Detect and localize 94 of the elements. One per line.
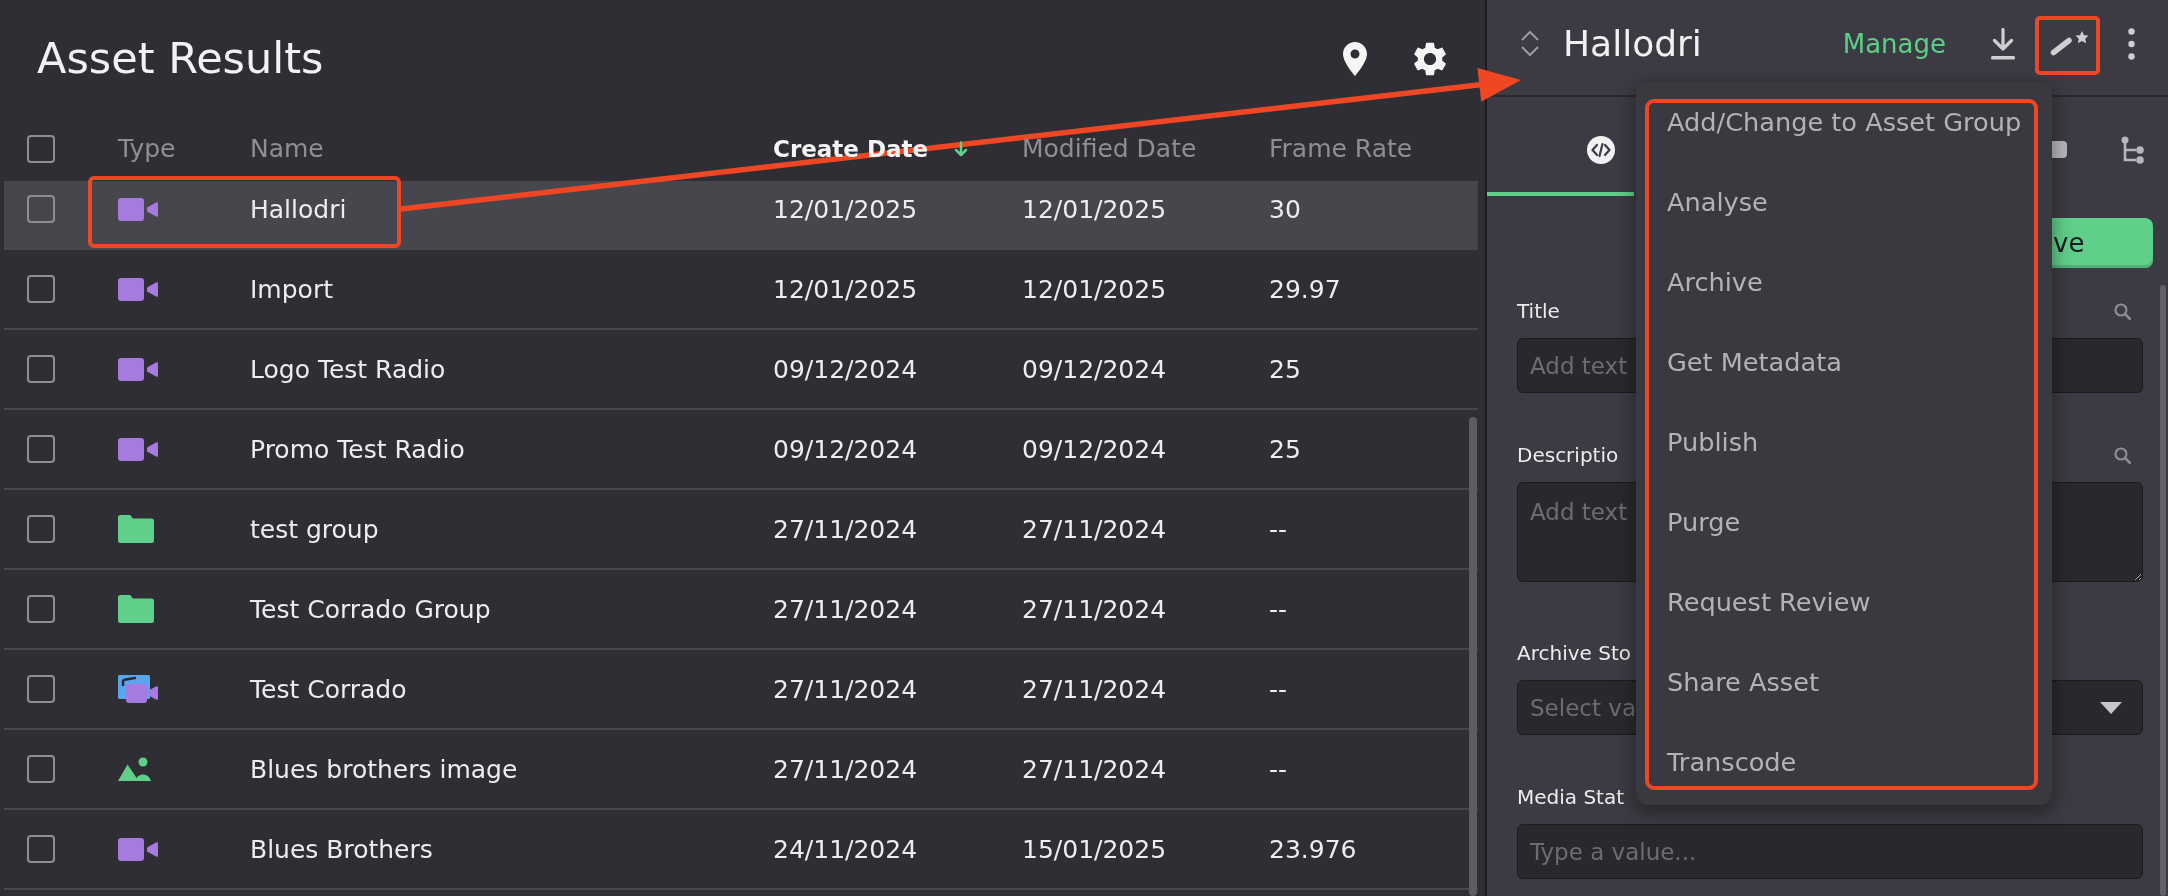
table-cell: -- bbox=[1269, 754, 1288, 784]
table-cell: 27/11/2024 bbox=[773, 674, 918, 704]
menu-item[interactable]: Request Review bbox=[1636, 562, 2052, 642]
table-cell: 27/11/2024 bbox=[1022, 754, 1167, 784]
table-cell: 29.97 bbox=[1269, 274, 1341, 304]
table-cell: 09/12/2024 bbox=[1022, 354, 1167, 384]
folder-icon bbox=[118, 515, 154, 543]
table-cell: 27/11/2024 bbox=[773, 594, 918, 624]
table-cell: 27/11/2024 bbox=[773, 754, 918, 784]
menu-item[interactable]: Publish bbox=[1636, 402, 2052, 482]
table-cell: Hallodri bbox=[250, 194, 347, 224]
code-icon bbox=[1587, 135, 1615, 164]
checkbox[interactable] bbox=[27, 275, 55, 303]
table-cell: -- bbox=[1269, 514, 1288, 544]
page-title: Asset Results bbox=[37, 33, 324, 85]
field-label: Archive Sto bbox=[1517, 641, 1631, 665]
chevron-up-down-icon[interactable] bbox=[1520, 30, 1540, 57]
location-pin-icon[interactable] bbox=[1343, 42, 1367, 76]
settings-icon[interactable] bbox=[1414, 42, 1446, 76]
hierarchy-icon bbox=[2120, 135, 2144, 164]
caret-icon bbox=[2100, 701, 2122, 714]
table-cell: Import bbox=[250, 274, 333, 304]
picture-and-video-icon bbox=[118, 675, 158, 703]
table-row[interactable]: Logo Test Radio 09/12/2024 09/12/2024 25 bbox=[4, 330, 1478, 410]
scrollbar[interactable] bbox=[1469, 417, 1477, 896]
image-icon bbox=[118, 757, 151, 781]
checkbox[interactable] bbox=[27, 755, 55, 783]
checkbox[interactable] bbox=[27, 435, 55, 463]
table-cell: 24/11/2024 bbox=[773, 834, 918, 864]
table-cell: 12/01/2025 bbox=[773, 194, 918, 224]
checkbox[interactable] bbox=[27, 835, 55, 863]
table-cell: 25 bbox=[1269, 434, 1301, 464]
video-camera-icon bbox=[118, 277, 158, 301]
video-camera-icon bbox=[118, 837, 158, 861]
table-cell: 23.976 bbox=[1269, 834, 1357, 864]
highlight-frame bbox=[2035, 16, 2100, 75]
menu-item[interactable]: Share Asset bbox=[1636, 642, 2052, 722]
menu-item[interactable]: Purge bbox=[1636, 482, 2052, 562]
video-camera-icon bbox=[118, 437, 158, 461]
action-button[interactable]: ve bbox=[2052, 218, 2153, 268]
menu-item[interactable]: Add/Change to Asset Group bbox=[1636, 82, 2052, 162]
magic-wand-icon[interactable] bbox=[2050, 31, 2090, 56]
table-cell: 27/11/2024 bbox=[1022, 674, 1167, 704]
column-header[interactable]: Name bbox=[250, 134, 324, 163]
sort-arrow-icon[interactable] bbox=[954, 140, 969, 157]
table-cell: Blues brothers image bbox=[250, 754, 518, 784]
field-label: Title bbox=[1517, 299, 1560, 323]
menu-item[interactable]: Transcode bbox=[1636, 722, 2052, 802]
checkbox[interactable] bbox=[27, 134, 55, 163]
text-field[interactable]: Type a value... bbox=[1517, 824, 2143, 879]
table-cell: 09/12/2024 bbox=[1022, 434, 1167, 464]
table-cell: 30 bbox=[1269, 194, 1301, 224]
field-label: Media Stat bbox=[1517, 785, 1625, 809]
table-cell: Logo Test Radio bbox=[250, 354, 446, 384]
checkbox[interactable] bbox=[27, 675, 55, 703]
column-header[interactable]: Modified Date bbox=[1022, 134, 1197, 163]
checkbox[interactable] bbox=[27, 355, 55, 383]
more-options-icon[interactable] bbox=[2128, 27, 2135, 60]
download-icon[interactable] bbox=[1990, 27, 2016, 60]
table-cell: 09/12/2024 bbox=[773, 434, 918, 464]
menu-item[interactable]: Analyse bbox=[1636, 162, 2052, 242]
table-cell: Blues Brothers bbox=[250, 834, 433, 864]
column-header[interactable]: Frame Rate bbox=[1269, 134, 1413, 163]
checkbox[interactable] bbox=[27, 195, 55, 223]
field-label: Descriptio bbox=[1517, 443, 1619, 467]
table-cell: -- bbox=[1269, 594, 1288, 624]
checkbox[interactable] bbox=[27, 595, 55, 623]
search-icon[interactable] bbox=[2114, 302, 2131, 320]
video-camera-icon bbox=[118, 357, 158, 381]
table-cell: 25 bbox=[1269, 354, 1301, 384]
table-cell: 12/01/2025 bbox=[1022, 194, 1167, 224]
table-cell: Test Corrado bbox=[250, 674, 407, 704]
table-cell: -- bbox=[1269, 674, 1288, 704]
table-cell: 15/01/2025 bbox=[1022, 834, 1167, 864]
scrollbar[interactable] bbox=[2160, 285, 2166, 896]
table-cell: Test Corrado Group bbox=[250, 594, 491, 624]
table-cell: 27/11/2024 bbox=[773, 514, 918, 544]
folder-icon bbox=[118, 595, 154, 623]
video-camera-icon bbox=[118, 197, 158, 221]
table-cell: 12/01/2025 bbox=[773, 274, 918, 304]
table-cell: test group bbox=[250, 514, 379, 544]
menu-item[interactable]: Get Metadata bbox=[1636, 322, 2052, 402]
menu-item[interactable]: Archive bbox=[1636, 242, 2052, 322]
manage-link[interactable]: Manage bbox=[1842, 28, 1946, 59]
panel-title: Hallodri bbox=[1563, 23, 1702, 64]
column-header[interactable]: Type bbox=[118, 134, 176, 163]
table-cell: 27/11/2024 bbox=[1022, 514, 1167, 544]
table-cell: 27/11/2024 bbox=[1022, 594, 1167, 624]
table-row[interactable]: Import 12/01/2025 12/01/2025 29.97 bbox=[4, 250, 1478, 330]
search-icon[interactable] bbox=[2114, 446, 2131, 464]
table-cell: Promo Test Radio bbox=[250, 434, 465, 464]
table-cell: 09/12/2024 bbox=[773, 354, 918, 384]
checkbox[interactable] bbox=[27, 515, 55, 543]
table-cell: 12/01/2025 bbox=[1022, 274, 1167, 304]
